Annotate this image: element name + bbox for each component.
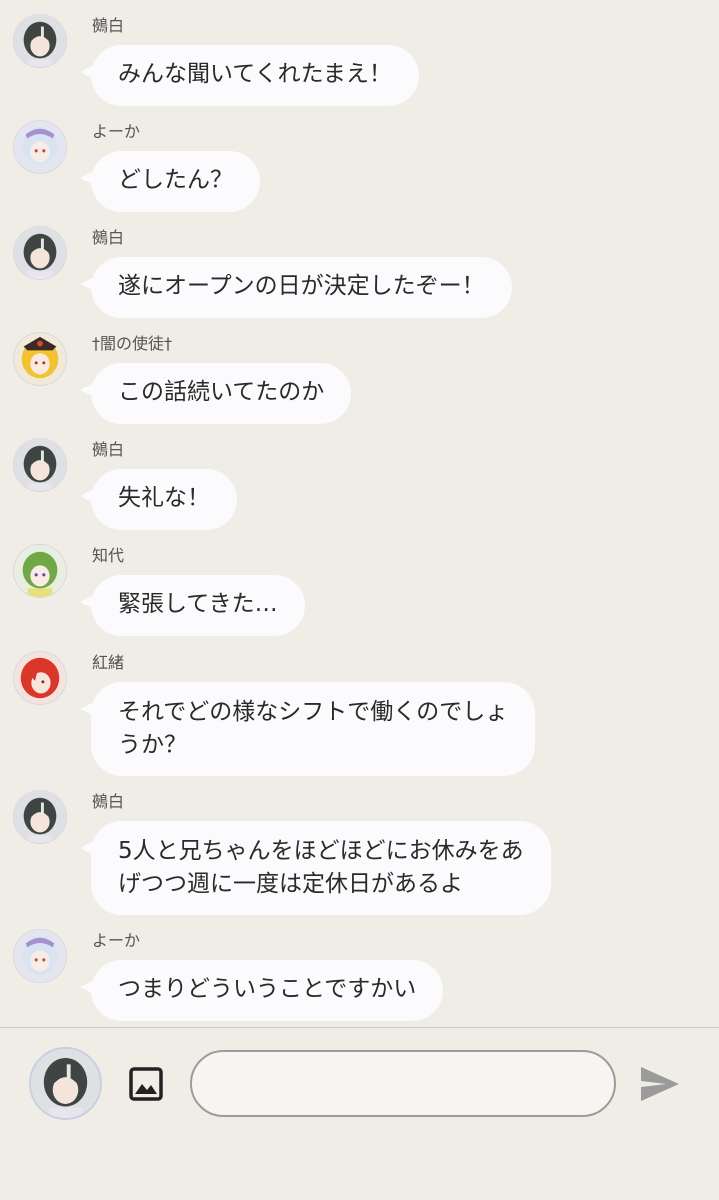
sender-name: 鵺白 xyxy=(92,16,125,35)
avatar[interactable] xyxy=(13,120,67,174)
message-input[interactable] xyxy=(190,1050,616,1117)
sender-name: 紅緒 xyxy=(92,653,125,672)
sender-name: †闇の使徒† xyxy=(92,334,173,353)
message-composer xyxy=(0,1028,719,1200)
message-bubble[interactable]: つまりどういうことですかい xyxy=(79,960,444,1021)
image-icon[interactable] xyxy=(128,1066,164,1102)
send-icon[interactable] xyxy=(638,1064,682,1104)
sender-name: 鵺白 xyxy=(92,228,125,247)
avatar[interactable] xyxy=(13,544,67,598)
message-bubble[interactable]: それでどの様なシフトで働くのでしょ うか？ xyxy=(79,682,536,776)
message-text-line: うか？ xyxy=(118,732,187,758)
message-bubble[interactable]: 失礼な！ xyxy=(80,469,237,530)
message-bubble[interactable]: 5人と兄ちゃんをほどほどにお休みをあ げつつ週に一度は定休日があるよ xyxy=(80,821,551,915)
avatar[interactable] xyxy=(13,929,67,983)
sender-name: 鵺白 xyxy=(92,440,125,459)
message-text: 遂にオープンの日が決定したぞー！ xyxy=(118,273,485,299)
message-bubble[interactable]: みんな聞いてくれたまえ！ xyxy=(80,45,419,106)
avatar[interactable] xyxy=(13,332,67,386)
avatar[interactable] xyxy=(13,14,67,68)
avatar[interactable] xyxy=(13,438,67,492)
avatar[interactable] xyxy=(13,790,67,844)
avatar[interactable] xyxy=(13,226,67,280)
message-text-line: 5人と兄ちゃんをほどほどにお休みをあ xyxy=(118,838,524,864)
message-bubble[interactable]: 遂にオープンの日が決定したぞー！ xyxy=(80,257,512,318)
message-text: 緊張してきた… xyxy=(118,591,278,617)
sender-name: よーか xyxy=(92,122,141,141)
message-bubble[interactable]: 緊張してきた… xyxy=(80,575,305,636)
sender-name: よーか xyxy=(92,931,141,950)
message-text-line: げつつ週に一度は定休日があるよ xyxy=(118,871,463,897)
message-bubble[interactable]: この話続いてたのか xyxy=(79,363,352,424)
message-bubble[interactable]: どしたん？ xyxy=(80,151,260,212)
message-text: みんな聞いてくれたまえ！ xyxy=(118,61,392,87)
sender-name: 鵺白 xyxy=(92,792,125,811)
chat-log: 鵺白 みんな聞いてくれたまえ！ よーか どしたん？ 鵺白 遂にオープンの日が決定… xyxy=(0,0,719,1027)
message-text-line: それでどの様なシフトで働くのでしょ xyxy=(118,699,509,725)
message-text: 失礼な！ xyxy=(118,485,210,511)
sender-name: 知代 xyxy=(92,546,125,565)
message-text: この話続いてたのか xyxy=(118,379,325,405)
user-avatar[interactable] xyxy=(29,1047,102,1120)
avatar[interactable] xyxy=(13,651,67,705)
message-text: どしたん？ xyxy=(118,167,233,193)
message-text: つまりどういうことですかい xyxy=(118,976,417,1002)
